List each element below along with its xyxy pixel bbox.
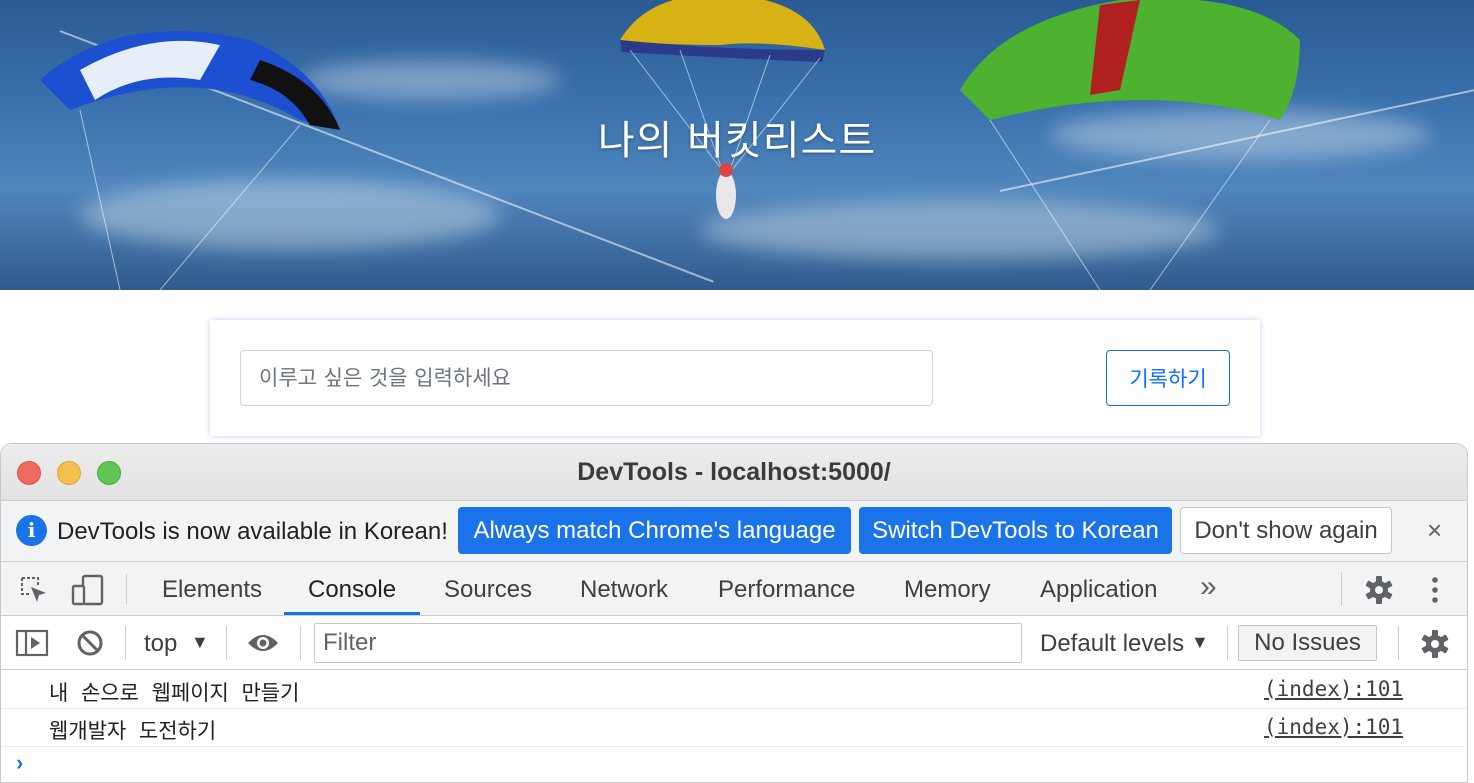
console-filterbar: top ▼ Default levels ▼ No Issues — [1, 616, 1467, 670]
tab-network[interactable]: Network — [580, 576, 668, 604]
show-sidebar-icon[interactable] — [15, 629, 49, 657]
log-levels-dropdown[interactable]: Default levels — [1040, 630, 1184, 658]
tab-application[interactable]: Application — [1040, 576, 1157, 604]
tab-sources[interactable]: Sources — [444, 576, 532, 604]
console-source-link[interactable]: (index):101 — [1264, 677, 1403, 701]
devtools-tabbar: Elements Console Sources Network Perform… — [1, 562, 1467, 616]
toolbar-divider — [1398, 626, 1399, 660]
console-filter-input[interactable] — [314, 623, 1022, 663]
close-icon[interactable]: × — [1427, 515, 1442, 546]
tab-console[interactable]: Console — [308, 576, 396, 604]
context-selector[interactable]: top — [144, 630, 177, 658]
chevron-down-icon[interactable]: ▼ — [191, 632, 209, 653]
toolbar-divider — [126, 574, 127, 604]
bucket-post-card: 기록하기 — [210, 320, 1260, 436]
console-log-row: 웹개발자 도전하기 (index):101 — [1, 709, 1467, 747]
devtools-window: DevTools - localhost:5000/ i DevTools is… — [0, 443, 1468, 783]
toolbar-divider — [1341, 572, 1342, 606]
tab-memory[interactable]: Memory — [904, 576, 991, 604]
console-log-row: 내 손으로 웹페이지 만들기 (index):101 — [1, 671, 1467, 709]
active-tab-indicator — [284, 612, 420, 615]
toolbar-divider — [125, 626, 126, 660]
console-message: 내 손으로 웹페이지 만들기 — [49, 681, 300, 705]
hero-banner: 나의 버킷리스트 — [0, 0, 1474, 290]
more-options-icon[interactable] — [1425, 575, 1445, 605]
window-title: DevTools - localhost:5000/ — [577, 458, 891, 486]
language-infobar: i DevTools is now available in Korean! A… — [1, 501, 1467, 562]
always-match-language-button[interactable]: Always match Chrome's language — [458, 507, 851, 554]
device-toolbar-icon[interactable] — [71, 574, 105, 606]
tab-elements[interactable]: Elements — [162, 576, 262, 604]
record-button[interactable]: 기록하기 — [1106, 350, 1230, 406]
console-prompt-chevron-icon[interactable]: › — [16, 750, 23, 776]
infobar-message: DevTools is now available in Korean! — [57, 518, 448, 545]
toolbar-divider — [300, 626, 301, 660]
window-titlebar: DevTools - localhost:5000/ — [1, 444, 1467, 501]
issues-button[interactable]: No Issues — [1238, 625, 1377, 661]
console-settings-gear-icon[interactable] — [1420, 629, 1450, 659]
live-expression-eye-icon[interactable] — [246, 631, 280, 655]
clear-console-icon[interactable] — [76, 629, 104, 657]
chevron-down-icon[interactable]: ▼ — [1191, 632, 1209, 653]
console-source-link[interactable]: (index):101 — [1264, 715, 1403, 739]
tab-performance[interactable]: Performance — [718, 576, 855, 604]
page-title: 나의 버킷리스트 — [597, 118, 877, 164]
toolbar-divider — [226, 626, 227, 660]
switch-to-korean-button[interactable]: Switch DevTools to Korean — [859, 507, 1172, 554]
dont-show-again-button[interactable]: Don't show again — [1180, 507, 1392, 554]
inspect-element-icon[interactable] — [19, 575, 49, 605]
settings-gear-icon[interactable] — [1364, 575, 1394, 605]
console-message: 웹개발자 도전하기 — [49, 719, 217, 743]
bucket-input[interactable] — [240, 350, 933, 406]
toolbar-divider — [1227, 626, 1228, 660]
more-tabs-icon[interactable]: » — [1200, 570, 1217, 604]
info-icon: i — [16, 515, 47, 546]
